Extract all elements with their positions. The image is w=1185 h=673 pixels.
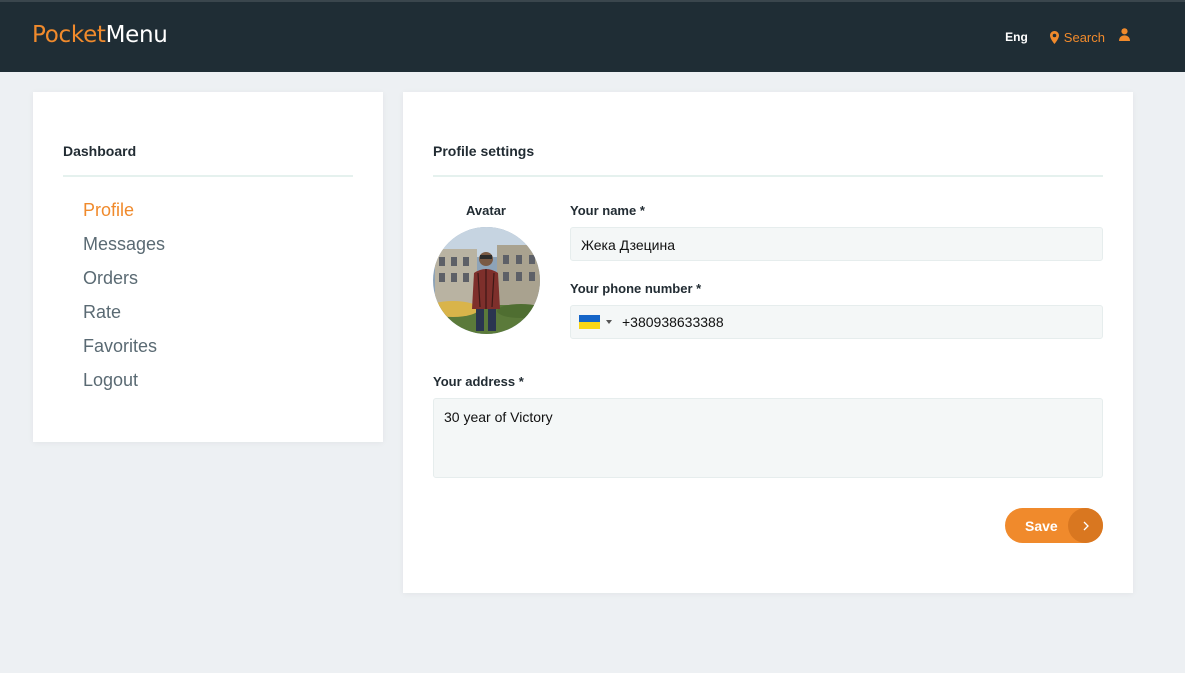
name-label: Your name * (570, 203, 645, 218)
page-title: Profile settings (433, 143, 535, 159)
dashboard-sidebar: Dashboard Profile Messages Orders Rate F… (33, 92, 383, 442)
sidebar-item-favorites[interactable]: Favorites (83, 336, 165, 370)
chevron-right-icon (1068, 508, 1103, 543)
profile-settings-card: Profile settings Avatar Your name * Жека… (403, 92, 1133, 593)
avatar[interactable] (433, 227, 540, 334)
sidebar-divider (63, 175, 353, 177)
language-switcher[interactable]: Eng (1005, 30, 1028, 44)
search-label: Search (1063, 29, 1105, 45)
sidebar-menu: Profile Messages Orders Rate Favorites L… (83, 200, 165, 404)
sidebar-item-messages[interactable]: Messages (83, 234, 165, 268)
logo-pocket: Pocket (32, 22, 106, 48)
country-code-dropdown[interactable] (579, 315, 612, 329)
sidebar-item-orders[interactable]: Orders (83, 268, 165, 302)
save-button-label: Save (1025, 517, 1058, 534)
profile-divider (433, 175, 1103, 177)
sidebar-title: Dashboard (63, 143, 137, 159)
name-input[interactable]: Жека Дзецина (570, 227, 1103, 261)
sidebar-item-profile[interactable]: Profile (83, 200, 165, 234)
sidebar-item-rate[interactable]: Rate (83, 302, 165, 336)
logo[interactable]: PocketMenu (32, 22, 168, 48)
address-textarea[interactable]: 30 year of Victory (433, 398, 1103, 478)
search-link[interactable]: Search (1049, 29, 1105, 45)
map-marker-icon (1049, 30, 1059, 44)
top-navbar: PocketMenu Eng Search (0, 0, 1185, 72)
user-icon[interactable] (1119, 28, 1130, 46)
phone-input[interactable]: +380938633388 (570, 305, 1103, 339)
phone-value: +380938633388 (622, 314, 724, 330)
logo-menu: Menu (105, 22, 168, 48)
avatar-label: Avatar (466, 203, 506, 218)
sidebar-item-logout[interactable]: Logout (83, 370, 165, 404)
chevron-down-icon (606, 320, 612, 324)
phone-label: Your phone number * (570, 281, 702, 296)
address-label: Your address * (433, 374, 524, 389)
ukraine-flag-icon (579, 315, 600, 329)
navbar-right: Eng Search (1005, 28, 1130, 46)
save-button[interactable]: Save (1005, 508, 1103, 543)
